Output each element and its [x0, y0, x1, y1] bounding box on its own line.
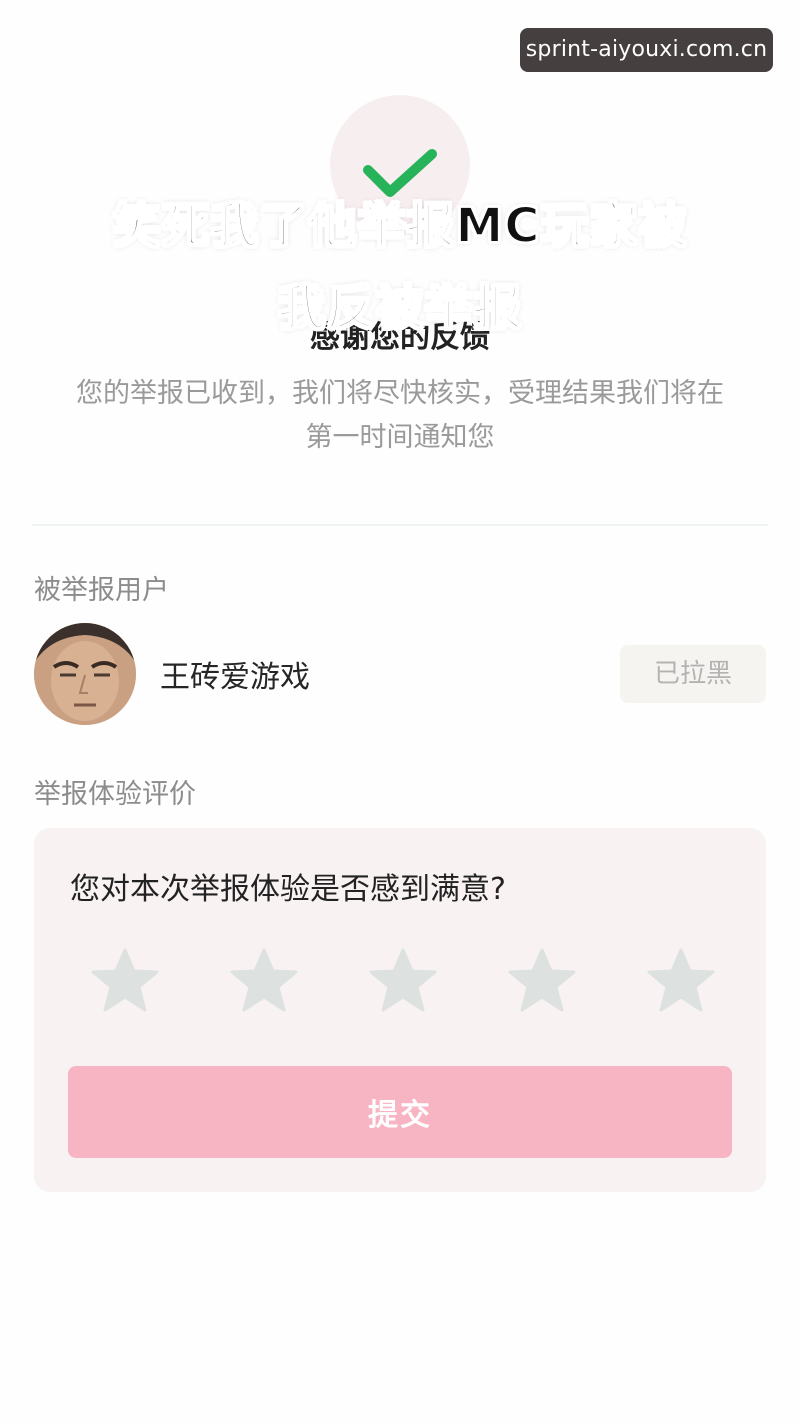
star-icon-3[interactable]	[368, 946, 438, 1016]
star-icon-1[interactable]	[90, 946, 160, 1016]
watermark-badge: sprint-aiyouxi.com.cn	[520, 28, 773, 72]
rating-question: 您对本次举报体验是否感到满意?	[70, 872, 506, 907]
reported-user-label: 被举报用户	[34, 575, 169, 606]
description-line-1: 您的举报已收到，我们将尽快核实，受理结果我们将在	[76, 378, 724, 409]
star-rating	[34, 946, 766, 1016]
report-result-page: sprint-aiyouxi.com.cn 感谢您的反馈 笑死我了他举报MC玩家…	[0, 0, 800, 1422]
result-description: 您的举报已收到，我们将尽快核实，受理结果我们将在 第一时间通知您	[40, 372, 760, 460]
star-icon-4[interactable]	[507, 946, 577, 1016]
divider	[32, 524, 768, 526]
rating-section-label: 举报体验评价	[34, 779, 196, 810]
caption-line-1: 笑死我了他举报MC玩家被	[112, 197, 688, 255]
description-line-2: 第一时间通知您	[305, 422, 495, 453]
caption-line-2: 我反被举报	[276, 279, 523, 337]
avatar	[34, 623, 136, 725]
avatar-face-icon	[34, 623, 136, 725]
submit-button[interactable]: 提交	[68, 1066, 732, 1158]
reported-user-name: 王砖爱游戏	[160, 660, 310, 695]
blocked-button[interactable]: 已拉黑	[620, 645, 766, 703]
rating-card: 您对本次举报体验是否感到满意? 提交	[34, 828, 766, 1192]
star-icon-2[interactable]	[229, 946, 299, 1016]
star-icon-5[interactable]	[646, 946, 716, 1016]
